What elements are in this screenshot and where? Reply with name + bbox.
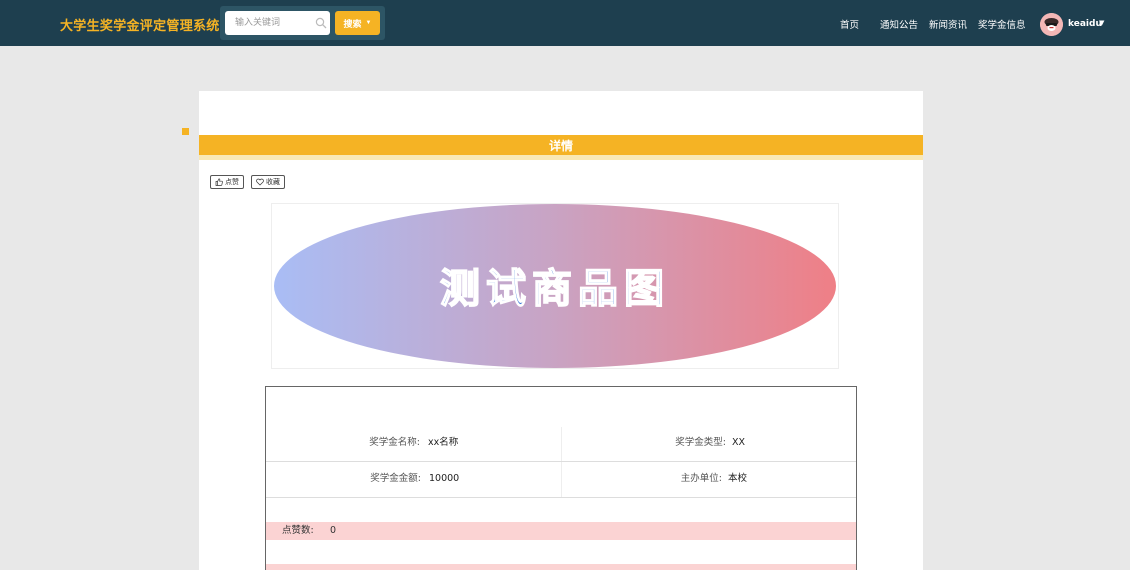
nav-home[interactable]: 首页 — [840, 17, 859, 31]
heading-underline — [199, 155, 923, 160]
site-title[interactable]: 大学生奖学金评定管理系统 — [60, 15, 220, 34]
like-button[interactable]: 点赞 — [210, 175, 244, 189]
nav-scholarship-info[interactable]: 奖学金信息 — [978, 17, 1026, 31]
search-icon[interactable] — [315, 17, 327, 29]
avatar[interactable] — [1040, 13, 1063, 36]
heart-icon — [256, 178, 264, 186]
field-label: 奖学金名称: — [369, 437, 420, 448]
field-value: 10000 — [429, 473, 460, 484]
field-value: 本校 — [728, 473, 748, 484]
decorative-dot — [182, 128, 189, 135]
field-value: XX — [732, 437, 746, 448]
chevron-down-icon: ▼ — [365, 20, 372, 26]
field-label: 主办单位: — [680, 473, 722, 484]
favorite-button[interactable]: 收藏 — [251, 175, 285, 189]
avatar-face-icon — [1040, 13, 1063, 36]
field-label: 奖学金类型: — [675, 437, 726, 448]
search-box: 搜索 ▼ — [220, 6, 385, 40]
search-button[interactable]: 搜索 ▼ — [335, 11, 380, 35]
scholarship-info-table: 奖学金名称: xx名称 奖学金类型: XX 奖学金金额: 10000 主办单位:… — [265, 386, 857, 570]
detail-heading: 详情 — [199, 135, 923, 155]
top-nav-bar: 大学生奖学金评定管理系统 搜索 ▼ 首页 通知公告 新闻资讯 奖学金信息 kea… — [0, 0, 1130, 46]
likes-value: 0 — [330, 525, 337, 536]
likes-row: 点赞数: 0 — [266, 522, 856, 540]
username[interactable]: keaidu — [1068, 19, 1102, 29]
row-divider — [266, 497, 856, 498]
search-button-label: 搜索 — [343, 18, 362, 29]
likes-label: 点赞数: — [282, 525, 314, 536]
field-label: 奖学金金额: — [370, 473, 421, 484]
thumbs-up-icon — [215, 178, 223, 186]
nav-notices[interactable]: 通知公告 — [880, 17, 918, 31]
product-image: 测试商品图 — [271, 203, 839, 369]
field-value: xx名称 — [428, 437, 459, 448]
favorite-label: 收藏 — [266, 178, 280, 186]
info-row: 奖学金金额: 10000 主办单位: 本校 — [266, 461, 856, 497]
like-label: 点赞 — [225, 178, 239, 186]
browser-status-bar — [0, 561, 340, 570]
product-image-text: 测试商品图 — [440, 266, 670, 312]
stat-row — [266, 564, 856, 570]
nav-news[interactable]: 新闻资讯 — [929, 17, 967, 31]
chevron-down-icon[interactable]: ▼ — [1099, 19, 1104, 27]
